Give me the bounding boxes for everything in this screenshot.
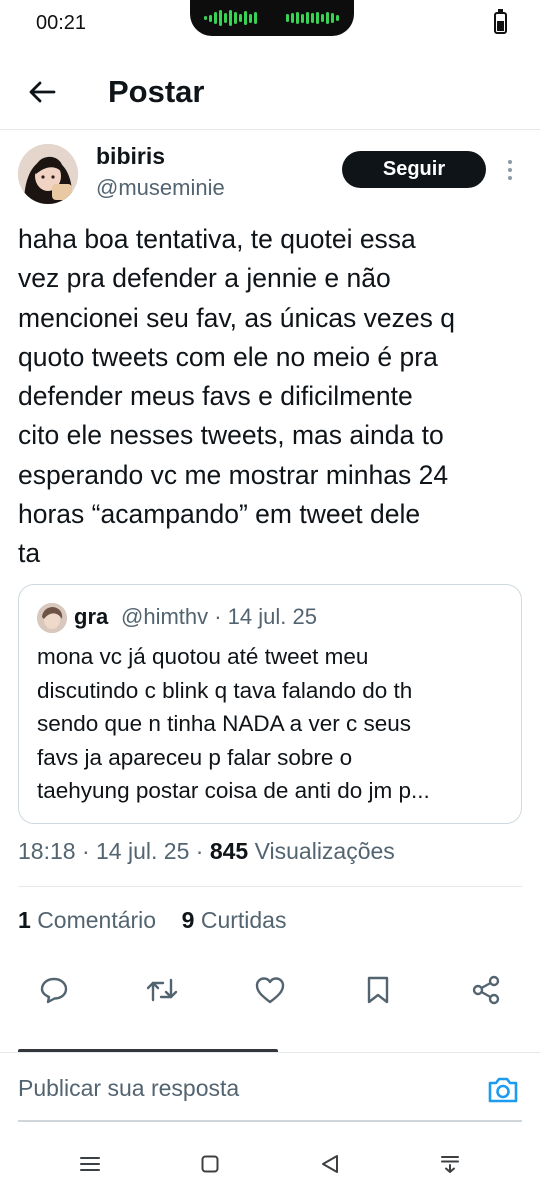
repost-button[interactable]	[142, 970, 182, 1010]
reply-button[interactable]	[34, 970, 74, 1010]
reply-icon	[40, 977, 68, 1004]
top-app-bar: Postar	[0, 58, 540, 130]
post-time: 18:18	[18, 838, 76, 864]
triangle-back-icon	[322, 1155, 338, 1173]
comments-stat[interactable]: 1 Comentário	[18, 907, 156, 933]
back-button[interactable]	[22, 72, 62, 112]
system-nav-bar	[0, 1128, 540, 1200]
reply-input[interactable]: Publicar sua resposta	[18, 1075, 239, 1102]
reposts-label: Curtidas	[200, 907, 287, 933]
post-date: 14 jul. 25	[96, 838, 190, 864]
heart-icon	[255, 977, 285, 1004]
comments-label: Comentário	[37, 907, 157, 933]
post-meta: 18:18 · 14 jul. 25 · 845 Visualizações	[18, 838, 395, 864]
quoted-author-meta: @himthv · 14 jul. 25	[121, 604, 317, 629]
author-name[interactable]: bibiris	[96, 143, 165, 170]
more-options-icon[interactable]	[502, 154, 518, 186]
share-icon	[472, 975, 500, 1005]
home-button[interactable]	[192, 1148, 228, 1180]
notification-pull-button[interactable]	[432, 1148, 468, 1180]
avatar-photo	[37, 603, 67, 633]
engagement-stats: 1 Comentário 9 Curtidas	[18, 907, 286, 934]
author-handle[interactable]: @museminie	[96, 175, 225, 201]
status-time: 00:21	[36, 12, 87, 34]
share-button[interactable]	[466, 970, 506, 1010]
like-button[interactable]	[250, 970, 290, 1010]
quoted-author-name: gra	[74, 604, 109, 629]
post-text: haha boa tentativa, te quotei essa vez p…	[18, 224, 455, 569]
home-square-icon	[201, 1155, 219, 1173]
follow-button[interactable]: Seguir	[342, 151, 486, 188]
audio-wave-icon	[204, 10, 257, 26]
audio-wave-icon	[286, 10, 339, 26]
camera-button[interactable]	[486, 1075, 522, 1107]
quoted-author-avatar	[37, 603, 67, 633]
dynamic-island	[190, 0, 354, 36]
reposts-count: 9	[181, 907, 195, 933]
pull-down-icon	[441, 1156, 459, 1173]
menu-button[interactable]	[72, 1148, 108, 1180]
avatar-photo	[18, 144, 78, 204]
comments-count: 1	[18, 907, 31, 933]
reposts-stat[interactable]: 9 Curtidas	[182, 907, 287, 933]
repost-icon	[146, 978, 178, 1002]
views-label: Visualizações	[254, 838, 395, 864]
battery-icon	[494, 9, 507, 34]
reply-underline	[18, 1120, 522, 1122]
bookmark-icon	[367, 976, 389, 1004]
menu-icon	[80, 1157, 100, 1171]
page-title: Postar	[108, 74, 205, 109]
quoted-post-text: mona vc já quotou até tweet meu discutin…	[37, 644, 430, 804]
status-bar: 00:21	[0, 0, 540, 50]
arrow-left-icon	[29, 81, 56, 103]
bookmark-button[interactable]	[358, 970, 398, 1010]
camera-icon	[488, 1077, 518, 1103]
back-nav-button[interactable]	[312, 1148, 348, 1180]
views-count: 845	[209, 838, 249, 864]
quoted-post-card[interactable]: gra @himthv · 14 jul. 25 mona vc já quot…	[18, 584, 522, 824]
author-avatar[interactable]	[18, 144, 78, 204]
reply-bar: Publicar sua resposta	[0, 1052, 540, 1122]
divider	[18, 886, 522, 887]
